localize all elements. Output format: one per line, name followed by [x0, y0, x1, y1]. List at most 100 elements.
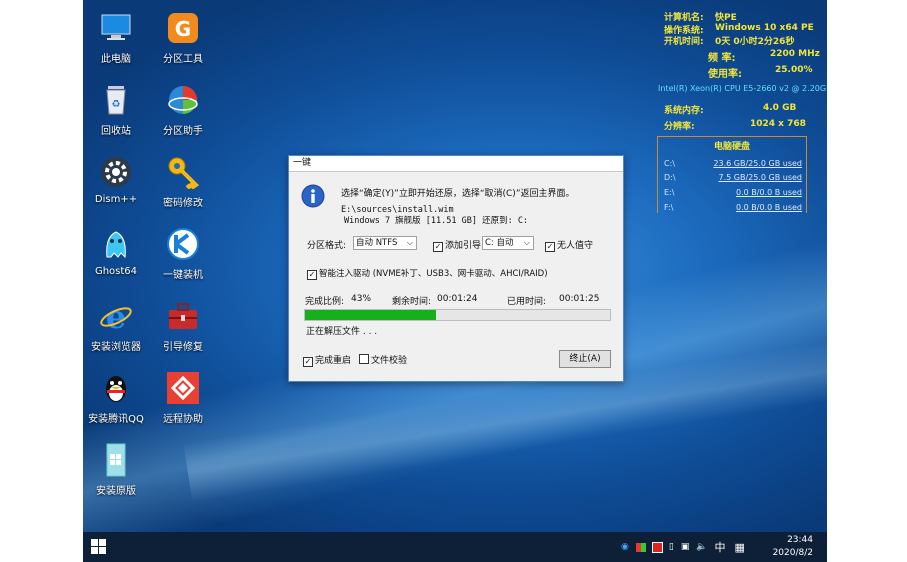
drive-row: F:\ 0.0 B/0.0 B used [664, 203, 802, 212]
computer-name-label: 计算机名: [664, 13, 704, 23]
desktop-icon-partition-assistant[interactable]: 分区助手 [148, 82, 218, 137]
boot-drive-select[interactable]: C: 自动 ⌵ [482, 236, 534, 250]
remaining-label: 剩余时间: [392, 297, 432, 307]
ie-browser-icon: e [98, 298, 134, 334]
start-button[interactable] [91, 539, 107, 559]
icon-label: 密码修改 [163, 198, 203, 209]
elapsed-time: 00:01:25 [559, 294, 600, 304]
progress-label: 完成比例: [305, 297, 345, 307]
add-boot-checkbox[interactable]: ✓ 添加引导 [433, 238, 481, 252]
icon-label: 分区助手 [163, 126, 203, 137]
inject-drivers-checkbox[interactable]: ✓ 智能注入驱动 (NVME补丁、USB3、网卡驱动、AHCI/RAID) [307, 267, 548, 280]
icon-label: 安装浏览器 [91, 342, 141, 353]
chevron-down-icon: ⌵ [406, 238, 413, 247]
computer-name-value: 快PE [715, 13, 737, 23]
svg-text:G: G [175, 17, 191, 41]
resolution-label: 分辨率: [664, 122, 695, 132]
progress-fill [305, 310, 437, 320]
checkbox-checked: ✓ [545, 242, 555, 252]
freq-label: 频 率: [708, 53, 736, 64]
system-tray: ◉ ▯ ▣ 🔈 中 ▦ [621, 532, 745, 562]
display-settings-icon[interactable] [635, 542, 646, 552]
app-tray-icon[interactable] [651, 541, 663, 553]
qq-penguin-icon [98, 370, 134, 406]
windows-install-icon [98, 442, 134, 478]
desktop-icon-install-browser[interactable]: e 安装浏览器 [83, 298, 151, 353]
usage-value: 25.00% [775, 65, 813, 75]
network-icon[interactable]: ◉ [621, 542, 629, 552]
format-label: 分区格式: [307, 241, 347, 251]
taskbar-clock[interactable]: 23:44 2020/8/2 [773, 534, 813, 560]
info-icon [301, 184, 325, 211]
stop-button[interactable]: 终止(A) [559, 350, 611, 368]
desktop-icon-remote-assist[interactable]: 远程协助 [148, 370, 218, 425]
drive-row: C:\ 23.6 GB/25.0 GB used [664, 159, 802, 168]
desktop-icon-recycle-bin[interactable]: ♻ 回收站 [83, 82, 151, 137]
ghost-icon [98, 226, 134, 262]
ime-indicator[interactable]: 中 [715, 539, 726, 555]
windows-logo-icon [91, 539, 106, 554]
icon-label: 安装腾讯QQ [88, 414, 144, 425]
remaining-time: 00:01:24 [437, 294, 478, 304]
unattended-checkbox[interactable]: ✓ 无人值守 [545, 238, 593, 252]
usage-label: 使用率: [708, 69, 742, 80]
icon-label: Dism++ [94, 194, 138, 205]
diskgenius-icon: G [165, 10, 201, 46]
desktop-icon-install-qq[interactable]: 安装腾讯QQ [83, 370, 151, 425]
memory-label: 系统内存: [664, 106, 704, 116]
icon-label: 安装原版 [96, 486, 136, 497]
uptime-value: 0天 0小时2分26秒 [715, 37, 795, 47]
icon-label: 分区工具 [163, 54, 203, 65]
drive-row: E:\ 0.0 B/0.0 B used [664, 188, 802, 197]
desktop-icon-one-key-install[interactable]: 一键装机 [148, 226, 218, 281]
uptime-label: 开机时间: [664, 37, 704, 47]
drive-row: D:\ 7.5 GB/25.0 GB used [664, 173, 802, 182]
checkbox-checked: ✓ [303, 357, 313, 367]
svg-text:♻: ♻ [112, 99, 121, 110]
image-description: Windows 7 旗舰版 [11.51 GB] 还原到: C: [344, 216, 529, 226]
cpu-model: Intel(R) Xeon(R) CPU E5-2660 v2 @ 2.20GH… [658, 84, 827, 93]
chevron-down-icon: ⌵ [523, 238, 530, 247]
resolution-value: 1024 x 768 [750, 119, 806, 129]
svg-text:e: e [106, 299, 126, 333]
dialog-title: 一键 [293, 158, 312, 168]
usb-drive-icon[interactable]: ▯ [669, 542, 674, 552]
media-icon[interactable]: ▣ [681, 542, 690, 552]
desktop-icon-boot-repair[interactable]: 引导修复 [148, 298, 218, 353]
hard-disk-panel: 电脑硬盘 C:\ 23.6 GB/25.0 GB used D:\ 7.5 GB/2… [657, 136, 807, 213]
dialog-prompt: 选择“确定(Y)”立即开始还原，选择“取消(C)”返回主界面。 [341, 189, 575, 199]
desktop-icon-this-pc[interactable]: 此电脑 [83, 10, 151, 65]
verify-checkbox[interactable]: 文件校验 [359, 353, 407, 366]
progress-percent: 43% [351, 294, 372, 304]
desktop-icon-password-change[interactable]: 密码修改 [148, 154, 218, 209]
key-icon [165, 154, 201, 190]
dialog-titlebar[interactable]: 一键 [289, 156, 623, 172]
desktop-icon-install-original[interactable]: 安装原版 [83, 442, 151, 497]
restart-checkbox[interactable]: ✓ 完成重启 [303, 353, 351, 367]
icon-label: 一键装机 [163, 270, 203, 281]
volume-icon[interactable]: 🔈 [696, 542, 707, 552]
os-value: Windows 10 x64 PE [715, 23, 814, 33]
elapsed-label: 已用时间: [507, 297, 547, 307]
checkbox-checked: ✓ [307, 270, 317, 280]
memory-value: 4.0 GB [763, 103, 797, 113]
recycle-bin-icon: ♻ [98, 82, 134, 118]
restore-dialog: 一键 选择“确定(Y)”立即开始还原，选择“取消(C)”返回主界面。 E:\so… [288, 155, 624, 382]
desktop-icon-partition-tool[interactable]: G 分区工具 [148, 10, 218, 65]
toolbox-icon [165, 298, 201, 334]
icon-label: 引导修复 [163, 342, 203, 353]
progress-bar [304, 309, 611, 321]
desktop-icon-dism[interactable]: Dism++ [83, 154, 151, 205]
computer-icon [98, 10, 134, 46]
icon-label: Ghost64 [94, 266, 138, 277]
status-text: 正在解压文件 . . . [306, 327, 378, 337]
keyboard-grid-icon[interactable]: ▦ [735, 541, 745, 554]
desktop: 此电脑 ♻ 回收站 Dism++ Ghost64 e 安装浏览器 安装腾讯QQ [83, 0, 827, 562]
clock-time: 23:44 [787, 535, 813, 545]
icon-label: 此电脑 [101, 54, 131, 65]
format-select[interactable]: 自动 NTFS ⌵ [353, 236, 417, 250]
one-key-install-icon [165, 226, 201, 262]
desktop-icon-ghost64[interactable]: Ghost64 [83, 226, 151, 277]
hard-disk-title: 电脑硬盘 [713, 142, 750, 152]
freq-value: 2200 MHz [770, 49, 820, 59]
